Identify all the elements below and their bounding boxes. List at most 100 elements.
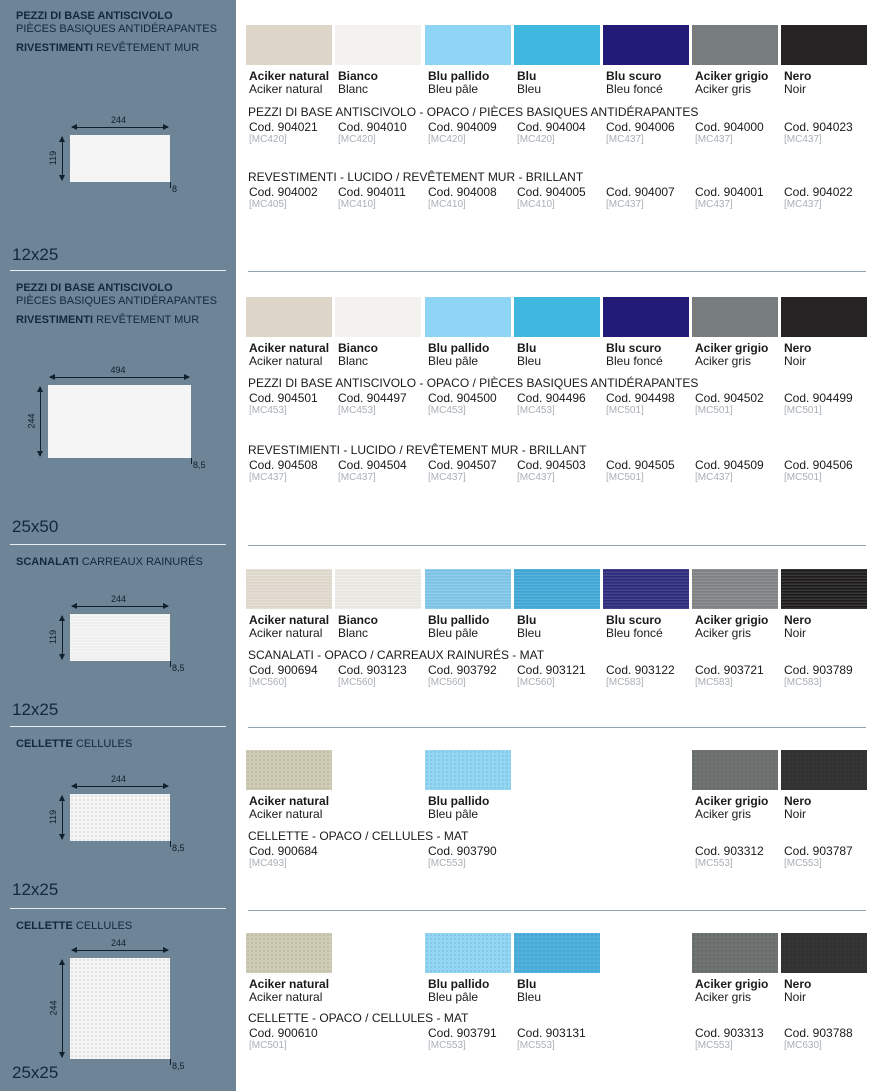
color-swatch [514,933,600,973]
height-dim: 119 [48,629,59,644]
mc-code: [MC501] [249,1040,287,1051]
color-name-fr: Blanc [338,354,369,368]
product-code: Cod. 900694 [249,663,318,677]
color-swatch [603,569,689,609]
product-code: Cod. 904005 [517,185,586,199]
heading-fr: / REVÊTEMENT MUR - BRILLANT [392,170,584,184]
color-swatch [246,25,332,65]
color-name: Blu scuro Bleu foncé [606,70,663,96]
color-name-fr: Aciker gris [695,807,752,821]
tile-drawing [70,135,170,182]
mc-code: [MC553] [784,858,822,869]
mc-code: [MC437] [695,472,733,483]
size-label: 25x50 [12,517,59,536]
color-name-fr: Noir [784,82,807,96]
color-name-fr: Bleu pâle [428,807,479,821]
product-code: Cod. 904509 [695,458,764,472]
color-name: Nero Noir [784,978,811,1004]
mc-code: [MC553] [695,858,733,869]
mc-code: [MC420] [338,134,376,145]
color-name: Blu Bleu [517,614,541,640]
color-swatch [781,569,867,609]
section-divider [248,545,866,546]
size-label: 12x25 [12,245,59,264]
tile-drawing [70,614,170,661]
section-title: PEZZI DI BASE ANTISCIVOLO PIÈCES BASIQUES… [16,282,217,327]
product-code: Cod. 904498 [606,391,675,405]
color-name: Nero Noir [784,614,811,640]
section-title: CELLETTE CELLULES [16,738,132,751]
height-arrow [59,959,65,1058]
heading-fr: / CELLULES - MAT [361,829,469,843]
thickness-tick [170,182,171,188]
height-dim: 119 [48,809,59,824]
thickness-dim: 8,5 [172,1061,185,1071]
mc-code: [MC410] [517,199,555,210]
mc-code: [MC420] [249,134,287,145]
mc-code: [MC501] [784,405,822,416]
product-code: Cod. 904503 [517,458,586,472]
product-code: Cod. 904506 [784,458,853,472]
color-swatch [781,297,867,337]
color-name: Blu pallido Bleu pâle [428,70,489,96]
mc-code: [MC437] [784,134,822,145]
size-label: 12x25 [12,880,59,899]
color-name-fr: Aciker gris [695,626,752,640]
product-code: Cod. 904023 [784,120,853,134]
color-name-fr: Bleu foncé [606,626,663,640]
color-name: Bianco Blanc [338,70,378,96]
title-it-1: SCANALATI [16,556,79,568]
section-title: SCANALATI CARREAUX RAINURÉS [16,556,203,569]
title-line-2: RIVESTIMENTI REVÊTEMENT MUR [16,42,217,55]
mc-code: [MC553] [517,1040,555,1051]
color-swatch [781,25,867,65]
color-name: Aciker grigio Aciker gris [695,70,768,96]
color-name: Blu scuro Bleu foncé [606,614,663,640]
mc-code: [MC560] [428,677,466,688]
group-heading: CELLETTE - OPACO / CELLULES - MAT [248,829,468,843]
group-heading: SCANALATI - OPACO / CARREAUX RAINURÉS - … [248,648,544,662]
mc-code: [MC583] [784,677,822,688]
color-name-fr: Bleu foncé [606,354,663,368]
color-name: Blu pallido Bleu pâle [428,978,489,1004]
product-code: Cod. 904502 [695,391,764,405]
color-swatch [692,569,778,609]
product-code: Cod. 904007 [606,185,675,199]
color-swatch [335,25,421,65]
mc-code: [MC437] [606,199,644,210]
mc-code: [MC420] [517,134,555,145]
height-dim: 119 [48,150,59,165]
mc-code: [MC560] [338,677,376,688]
mc-code: [MC560] [249,677,287,688]
color-name-fr: Bleu [517,626,542,640]
product-code: Cod. 903787 [784,844,853,858]
width-dim: 494 [110,365,126,375]
mc-code: [MC501] [695,405,733,416]
mc-code: [MC453] [249,405,287,416]
title-it-1: PEZZI DI BASE ANTISCIVOLO [16,10,173,22]
title-fr-1: PIÈCES BASIQUES ANTIDÉRAPANTES [16,23,217,35]
mc-code: [MC405] [249,199,287,210]
sidebar-divider [10,908,226,909]
color-name: Aciker natural Aciker natural [249,342,329,368]
tile-drawing [70,958,170,1059]
thickness-dim: 8,5 [172,663,185,673]
heading-it: SCANALATI - OPACO [248,648,367,662]
product-code: Cod. 903789 [784,663,853,677]
group-heading: PEZZI DI BASE ANTISCIVOLO - OPACO / PIÈC… [248,105,698,119]
mc-code: [MC437] [784,199,822,210]
title-it-1: CELLETTE [16,920,73,932]
group-heading: REVESTIMIENTI - LUCIDO / REVÊTEMENT MUR … [248,443,587,457]
product-code: Cod. 904505 [606,458,675,472]
height-arrow [37,386,43,457]
color-swatch [246,933,332,973]
title-fr-2: REVÊTEMENT MUR [96,42,200,54]
product-code: Cod. 900684 [249,844,318,858]
color-name: Aciker natural Aciker natural [249,795,329,821]
heading-fr: / CARREAUX RAINURÉS - MAT [366,648,545,662]
product-code: Cod. 904500 [428,391,497,405]
mc-code: [MC501] [606,405,644,416]
title-fr-2: REVÊTEMENT MUR [96,314,200,326]
mc-code: [MC410] [338,199,376,210]
mc-code: [MC437] [695,199,733,210]
